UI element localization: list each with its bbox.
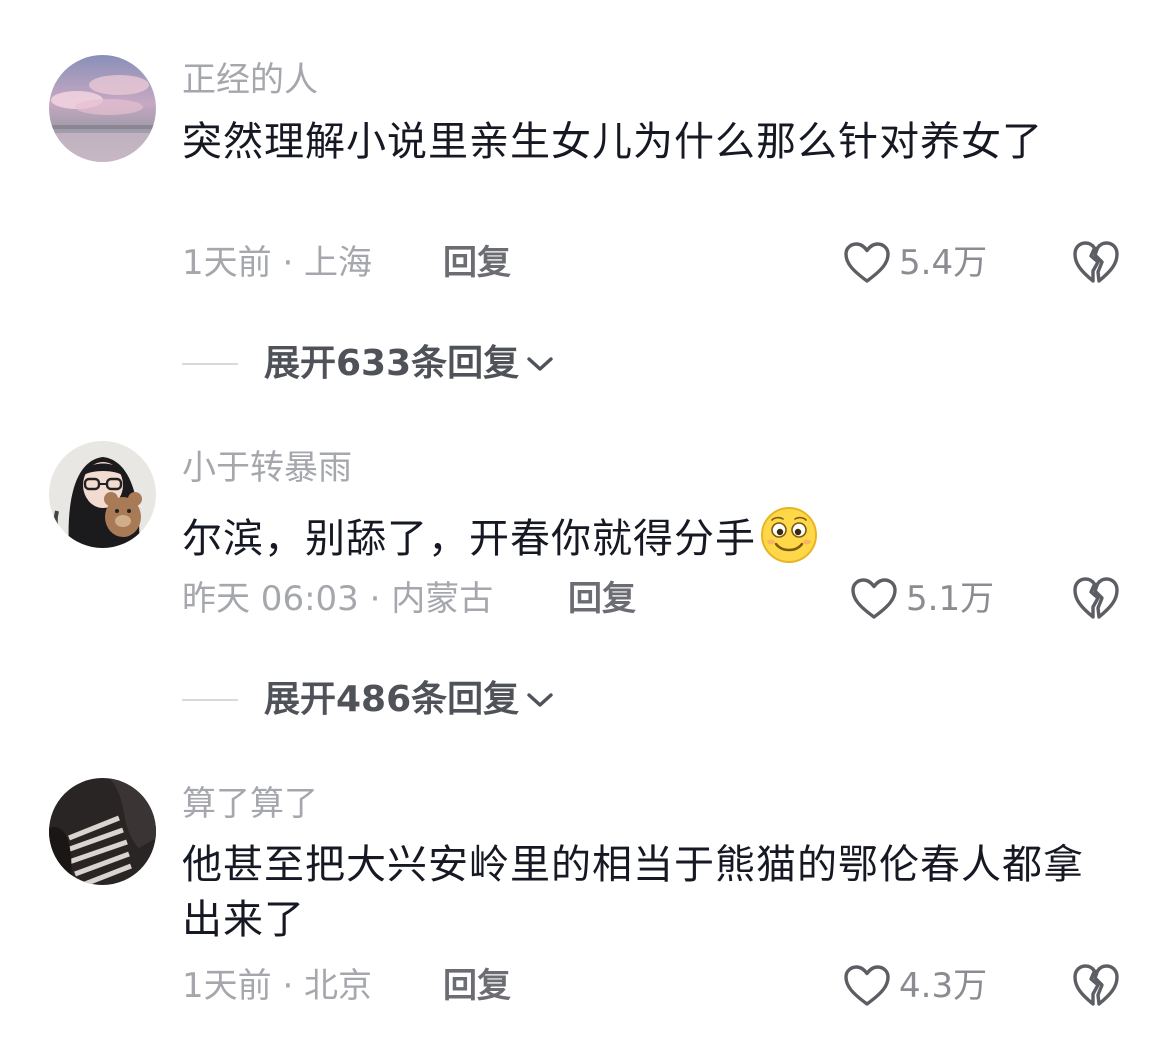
- expand-replies[interactable]: 展开633条回复: [182, 342, 555, 386]
- divider-line: [182, 699, 238, 701]
- smile-emoji: [761, 507, 817, 563]
- reply-button[interactable]: 回复: [568, 579, 636, 619]
- broken-heart-icon: [1073, 241, 1119, 283]
- chevron-down-icon: [527, 357, 553, 371]
- comment-meta: 1天前 · 上海: [182, 243, 373, 283]
- user-avatar[interactable]: [49, 55, 156, 162]
- dark-striped-avatar: [49, 778, 156, 885]
- expand-replies-label[interactable]: 展开486条回复: [264, 678, 519, 722]
- username[interactable]: 小于转暴雨: [182, 448, 352, 488]
- username[interactable]: 正经的人: [182, 60, 318, 100]
- like-button[interactable]: 5.1万: [850, 575, 994, 623]
- comment-meta: 1天前 · 北京: [182, 966, 373, 1006]
- user-avatar[interactable]: [49, 778, 156, 885]
- like-button[interactable]: 5.4万: [843, 239, 987, 287]
- comment-text: 尔滨，别舔了，开春你就得分手: [182, 506, 1097, 567]
- heart-icon: [851, 578, 897, 619]
- like-button[interactable]: 4.3万: [843, 962, 987, 1010]
- expand-replies-label[interactable]: 展开633条回复: [264, 342, 519, 386]
- comment-text: 他甚至把大兴安岭里的相当于熊猫的鄂伦春人都拿出来了: [182, 842, 1084, 943]
- dislike-button[interactable]: [1072, 239, 1120, 287]
- user-avatar[interactable]: [49, 441, 156, 548]
- like-count: 5.4万: [899, 243, 988, 283]
- broken-heart-icon: [1073, 964, 1119, 1006]
- heart-icon: [844, 242, 890, 283]
- like-count: 5.1万: [906, 579, 995, 619]
- comment-text-content: 尔滨，别舔了，开春你就得分手: [182, 516, 756, 562]
- reply-button[interactable]: 回复: [443, 243, 511, 283]
- chevron-down-icon: [527, 693, 553, 707]
- like-count: 4.3万: [899, 966, 988, 1006]
- username[interactable]: 算了算了: [182, 784, 318, 824]
- expand-replies[interactable]: 展开486条回复: [182, 678, 555, 722]
- reply-button[interactable]: 回复: [443, 966, 511, 1006]
- girl-with-teddy-bear-avatar: [49, 441, 156, 548]
- dislike-button[interactable]: [1072, 575, 1120, 623]
- comment-meta: 昨天 06:03 · 内蒙古: [182, 579, 494, 619]
- heart-icon: [844, 965, 890, 1006]
- broken-heart-icon: [1073, 577, 1119, 619]
- divider-line: [182, 363, 238, 365]
- comment-text: 突然理解小说里亲生女儿为什么那么针对养女了: [182, 119, 1043, 165]
- sky-clouds-avatar: [49, 55, 156, 162]
- dislike-button[interactable]: [1072, 962, 1120, 1010]
